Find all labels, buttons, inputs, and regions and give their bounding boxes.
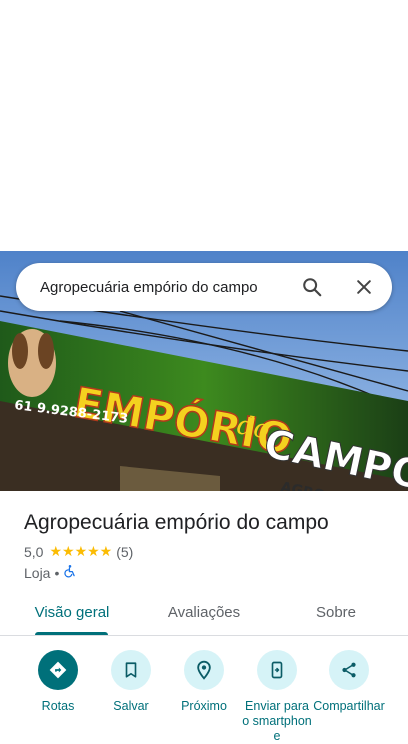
search-input[interactable]: Agropecuária empório do campo [40,279,292,296]
bookmark-icon[interactable] [111,650,151,690]
active-tab-indicator [35,632,108,635]
directions-label: Rotas [41,699,75,713]
directions-icon[interactable] [38,650,78,690]
send-to-phone-icon[interactable] [257,650,297,690]
share-icon[interactable] [329,650,369,690]
send-to-phone-label: Enviar para o smartphone [242,699,312,743]
share-label: Compartilhar [313,699,385,713]
nearby-label: Próximo [181,699,227,713]
review-count[interactable]: (5) [116,544,133,560]
nearby-icon[interactable] [184,650,224,690]
wheelchair-accessible-icon [63,564,77,581]
separator-dot: • [54,564,60,581]
action-bar: Rotas Salvar Próximo Enviar para o smart… [0,650,408,744]
category-row: Loja • [24,564,77,581]
rating-value: 5,0 [24,543,44,560]
close-icon[interactable] [344,267,384,307]
place-tabs: Visão geral Avaliações Sobre [0,590,408,636]
share-button[interactable]: Compartilhar [311,650,387,714]
send-to-phone-button[interactable]: Enviar para o smartphone [239,650,315,744]
nearby-button[interactable]: Próximo [166,650,242,714]
place-category: Loja [24,564,51,581]
directions-button[interactable]: Rotas [20,650,96,714]
tab-overview[interactable]: Visão geral [26,590,118,634]
tab-reviews[interactable]: Avaliações [154,590,254,634]
search-bar[interactable]: Agropecuária empório do campo [16,263,392,311]
search-icon[interactable] [292,267,332,307]
tab-about[interactable]: Sobre [298,590,374,634]
place-title: Agropecuária empório do campo [24,511,329,534]
save-label: Salvar [113,699,149,713]
save-button[interactable]: Salvar [93,650,169,714]
star-rating-icon: ★★★★★ [49,543,113,559]
rating-row[interactable]: 5,0 ★★★★★ (5) [24,543,133,560]
